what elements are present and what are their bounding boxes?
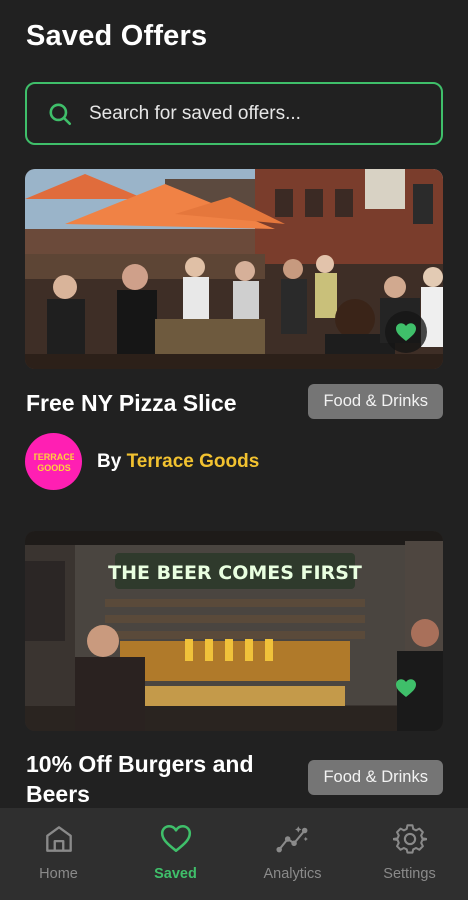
offer-title[interactable]: Free NY Pizza Slice [26, 388, 237, 418]
nav-item-analytics[interactable]: Analytics [234, 808, 351, 900]
page-title: Saved Offers [26, 20, 208, 52]
search-bar[interactable] [25, 82, 443, 145]
outdoor-terrace-photo [25, 169, 443, 369]
favorite-button[interactable] [385, 667, 427, 709]
nav-label-saved: Saved [154, 866, 197, 882]
merchant-by-label: By [97, 450, 122, 472]
favorite-button[interactable] [385, 311, 427, 353]
merchant-logo: TERRACE GOODS [25, 433, 82, 490]
search-input[interactable] [89, 102, 441, 125]
nav-label-settings: Settings [383, 866, 436, 882]
merchant-text: By Terrace Goods [97, 451, 259, 473]
bar-sign-text: THE BEER COMES FIRST [108, 562, 362, 584]
offer-image-terrace[interactable] [25, 169, 443, 369]
gear-icon [392, 824, 427, 854]
category-badge: Food & Drinks [308, 760, 443, 795]
svg-text:GOODS: GOODS [37, 463, 71, 473]
svg-text:TERRACE: TERRACE [34, 452, 74, 462]
nav-item-settings[interactable]: Settings [351, 808, 468, 900]
nav-item-home[interactable]: Home [0, 808, 117, 900]
heart-icon [160, 824, 191, 852]
terrace-goods-logo: TERRACE GOODS [34, 452, 74, 473]
merchant-name[interactable]: Terrace Goods [127, 451, 260, 472]
bottom-navigation: Home Saved Analytics Settings [0, 808, 468, 900]
heart-filled-icon [396, 323, 416, 341]
home-icon [45, 826, 72, 852]
offer-title[interactable]: 10% Off Burgers and Beers [26, 749, 286, 809]
bar-counter-photo: THE BEER COMES FIRST [25, 531, 443, 731]
merchant-info[interactable]: TERRACE GOODS By Terrace Goods [25, 433, 259, 490]
nav-label-home: Home [39, 866, 78, 882]
analytics-icon [275, 826, 308, 853]
heart-filled-icon [396, 679, 416, 697]
nav-label-analytics: Analytics [263, 866, 322, 882]
category-badge: Food & Drinks [308, 384, 443, 419]
saved-offers-screen: Saved Offers Search for saved offers... … [0, 0, 468, 900]
nav-item-saved[interactable]: Saved [117, 808, 234, 900]
search-icon [49, 102, 72, 125]
offer-image-bar[interactable]: THE BEER COMES FIRST [25, 531, 443, 731]
